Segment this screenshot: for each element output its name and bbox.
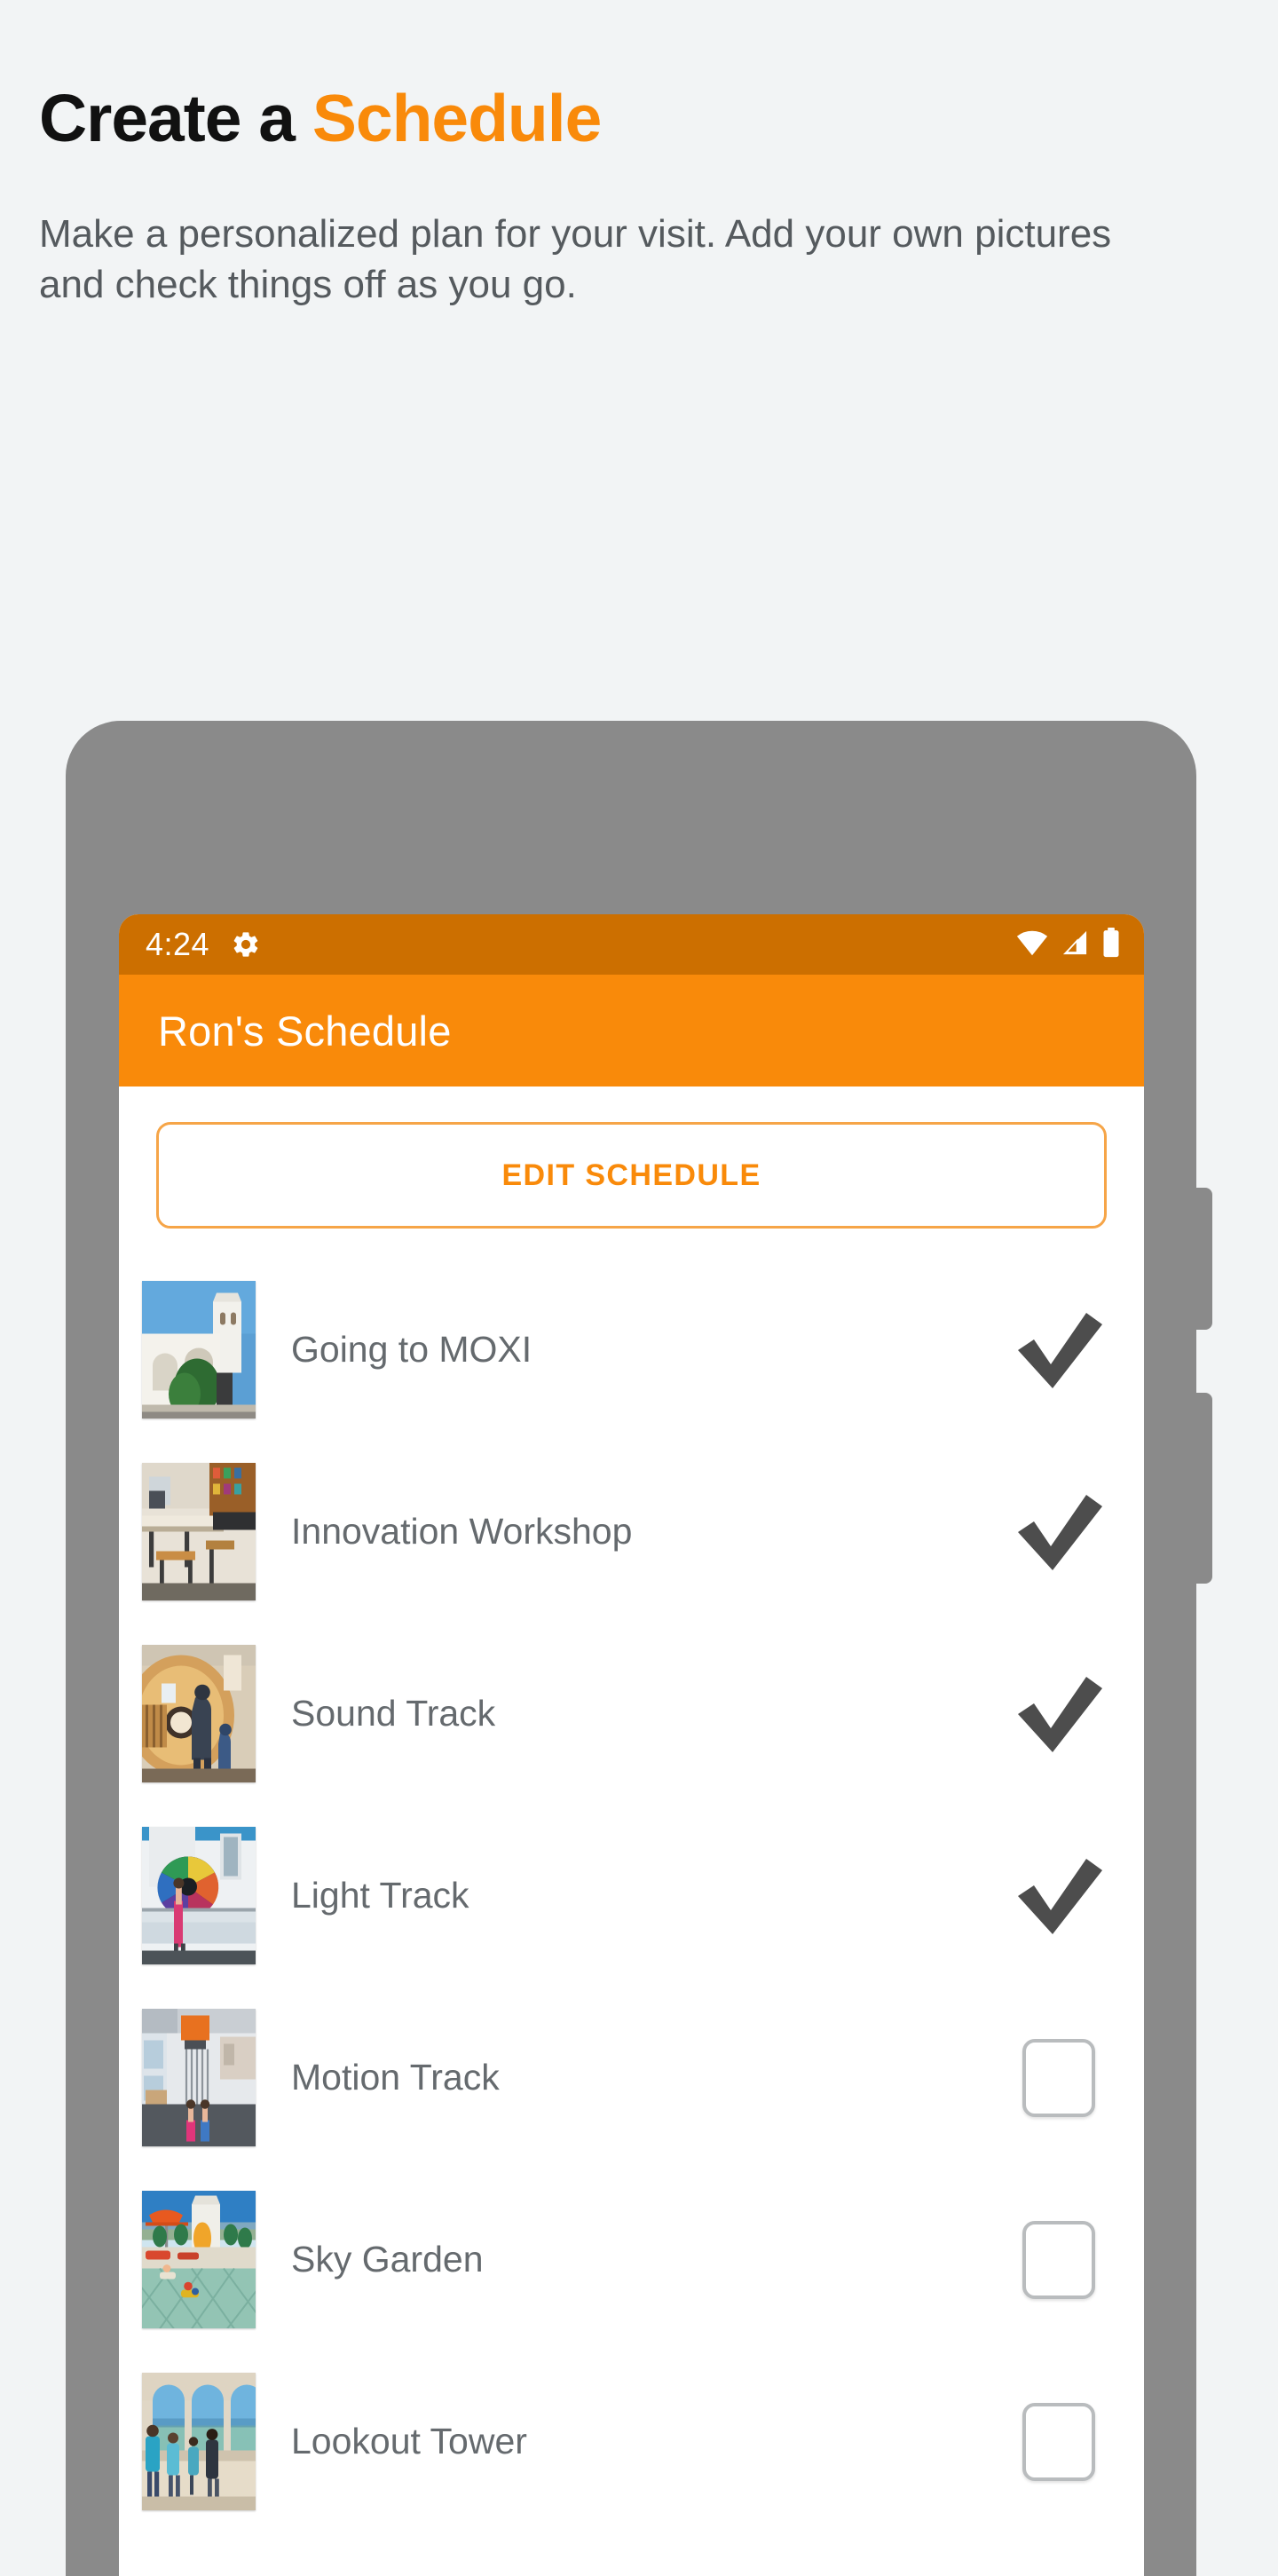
schedule-list-item[interactable]: Motion Track: [119, 1987, 1144, 2169]
edit-schedule-button[interactable]: EDIT SCHEDULE: [156, 1122, 1107, 1229]
schedule-item-thumbnail[interactable]: [142, 1463, 256, 1600]
app-bar-title: Ron's Schedule: [158, 1007, 452, 1055]
phone-mockup: 4:24 Ron's Schedule EDIT SCHEDULE Going …: [66, 721, 1212, 2576]
schedule-list-item[interactable]: Going to MOXI: [119, 1259, 1144, 1441]
status-bar-clock: 4:24: [146, 926, 210, 962]
schedule-item-label: Going to MOXI: [291, 1329, 532, 1370]
schedule-list-item[interactable]: Sky Garden: [119, 2169, 1144, 2351]
schedule-item-state[interactable]: [1011, 1673, 1107, 1755]
cell-signal-icon: [1061, 929, 1089, 960]
phone-volume-button[interactable]: [1196, 1188, 1212, 1330]
page-title-accent: Schedule: [312, 81, 602, 155]
schedule-item-label: Sound Track: [291, 1693, 496, 1734]
schedule-item-state[interactable]: [1011, 2402, 1107, 2481]
schedule-item-thumbnail[interactable]: [142, 1645, 256, 1782]
schedule-item-label: Light Track: [291, 1875, 469, 1916]
schedule-item-state[interactable]: [1011, 2220, 1107, 2299]
page-title-plain: Create a: [39, 81, 312, 155]
schedule-item-state[interactable]: [1011, 1309, 1107, 1391]
schedule-item-label: Sky Garden: [291, 2239, 484, 2280]
status-bar: 4:24: [119, 914, 1144, 975]
phone-power-button[interactable]: [1196, 1393, 1212, 1584]
schedule-item-label: Innovation Workshop: [291, 1511, 633, 1552]
schedule-list-item[interactable]: Sound Track: [119, 1623, 1144, 1805]
gear-icon: [231, 929, 261, 960]
wifi-icon: [1016, 929, 1048, 960]
schedule-item-state[interactable]: [1011, 1491, 1107, 1573]
app-bar: Ron's Schedule: [119, 975, 1144, 1087]
schedule-item-label: Motion Track: [291, 2057, 500, 2098]
schedule-item-thumbnail[interactable]: [142, 2009, 256, 2146]
check-icon[interactable]: [1014, 1673, 1103, 1755]
schedule-list-item[interactable]: Innovation Workshop: [119, 1441, 1144, 1623]
schedule-item-label: Lookout Tower: [291, 2421, 527, 2461]
edit-schedule-button-label: EDIT SCHEDULE: [501, 1158, 761, 1192]
schedule-item-thumbnail[interactable]: [142, 2191, 256, 2328]
schedule-list-item[interactable]: Light Track: [119, 1805, 1144, 1987]
checkbox-unchecked[interactable]: [1022, 2038, 1095, 2117]
status-bar-indicators: [1016, 927, 1121, 962]
schedule-item-thumbnail[interactable]: [142, 1281, 256, 1418]
schedule-item-state[interactable]: [1011, 1855, 1107, 1937]
schedule-list: Going to MOXI Innovation Workshop Sound Tr…: [119, 1259, 1144, 2533]
schedule-item-thumbnail[interactable]: [142, 2373, 256, 2510]
checkbox-unchecked[interactable]: [1022, 2220, 1095, 2299]
check-icon[interactable]: [1014, 1491, 1103, 1573]
check-icon[interactable]: [1014, 1855, 1103, 1937]
schedule-list-item[interactable]: Lookout Tower: [119, 2351, 1144, 2533]
check-icon[interactable]: [1014, 1309, 1103, 1391]
schedule-item-thumbnail[interactable]: [142, 1827, 256, 1964]
checkbox-unchecked[interactable]: [1022, 2402, 1095, 2481]
battery-icon: [1101, 927, 1121, 962]
page-title: Create a Schedule: [39, 85, 1239, 152]
phone-screen: 4:24 Ron's Schedule EDIT SCHEDULE Going …: [119, 914, 1144, 2576]
schedule-item-state[interactable]: [1011, 2038, 1107, 2117]
page-subtitle: Make a personalized plan for your visit.…: [39, 212, 1112, 307]
promo-header: Create a Schedule Make a personalized pl…: [0, 0, 1278, 310]
schedule-screen-content: EDIT SCHEDULE Going to MOXI Innovation Wo…: [119, 1122, 1144, 2533]
